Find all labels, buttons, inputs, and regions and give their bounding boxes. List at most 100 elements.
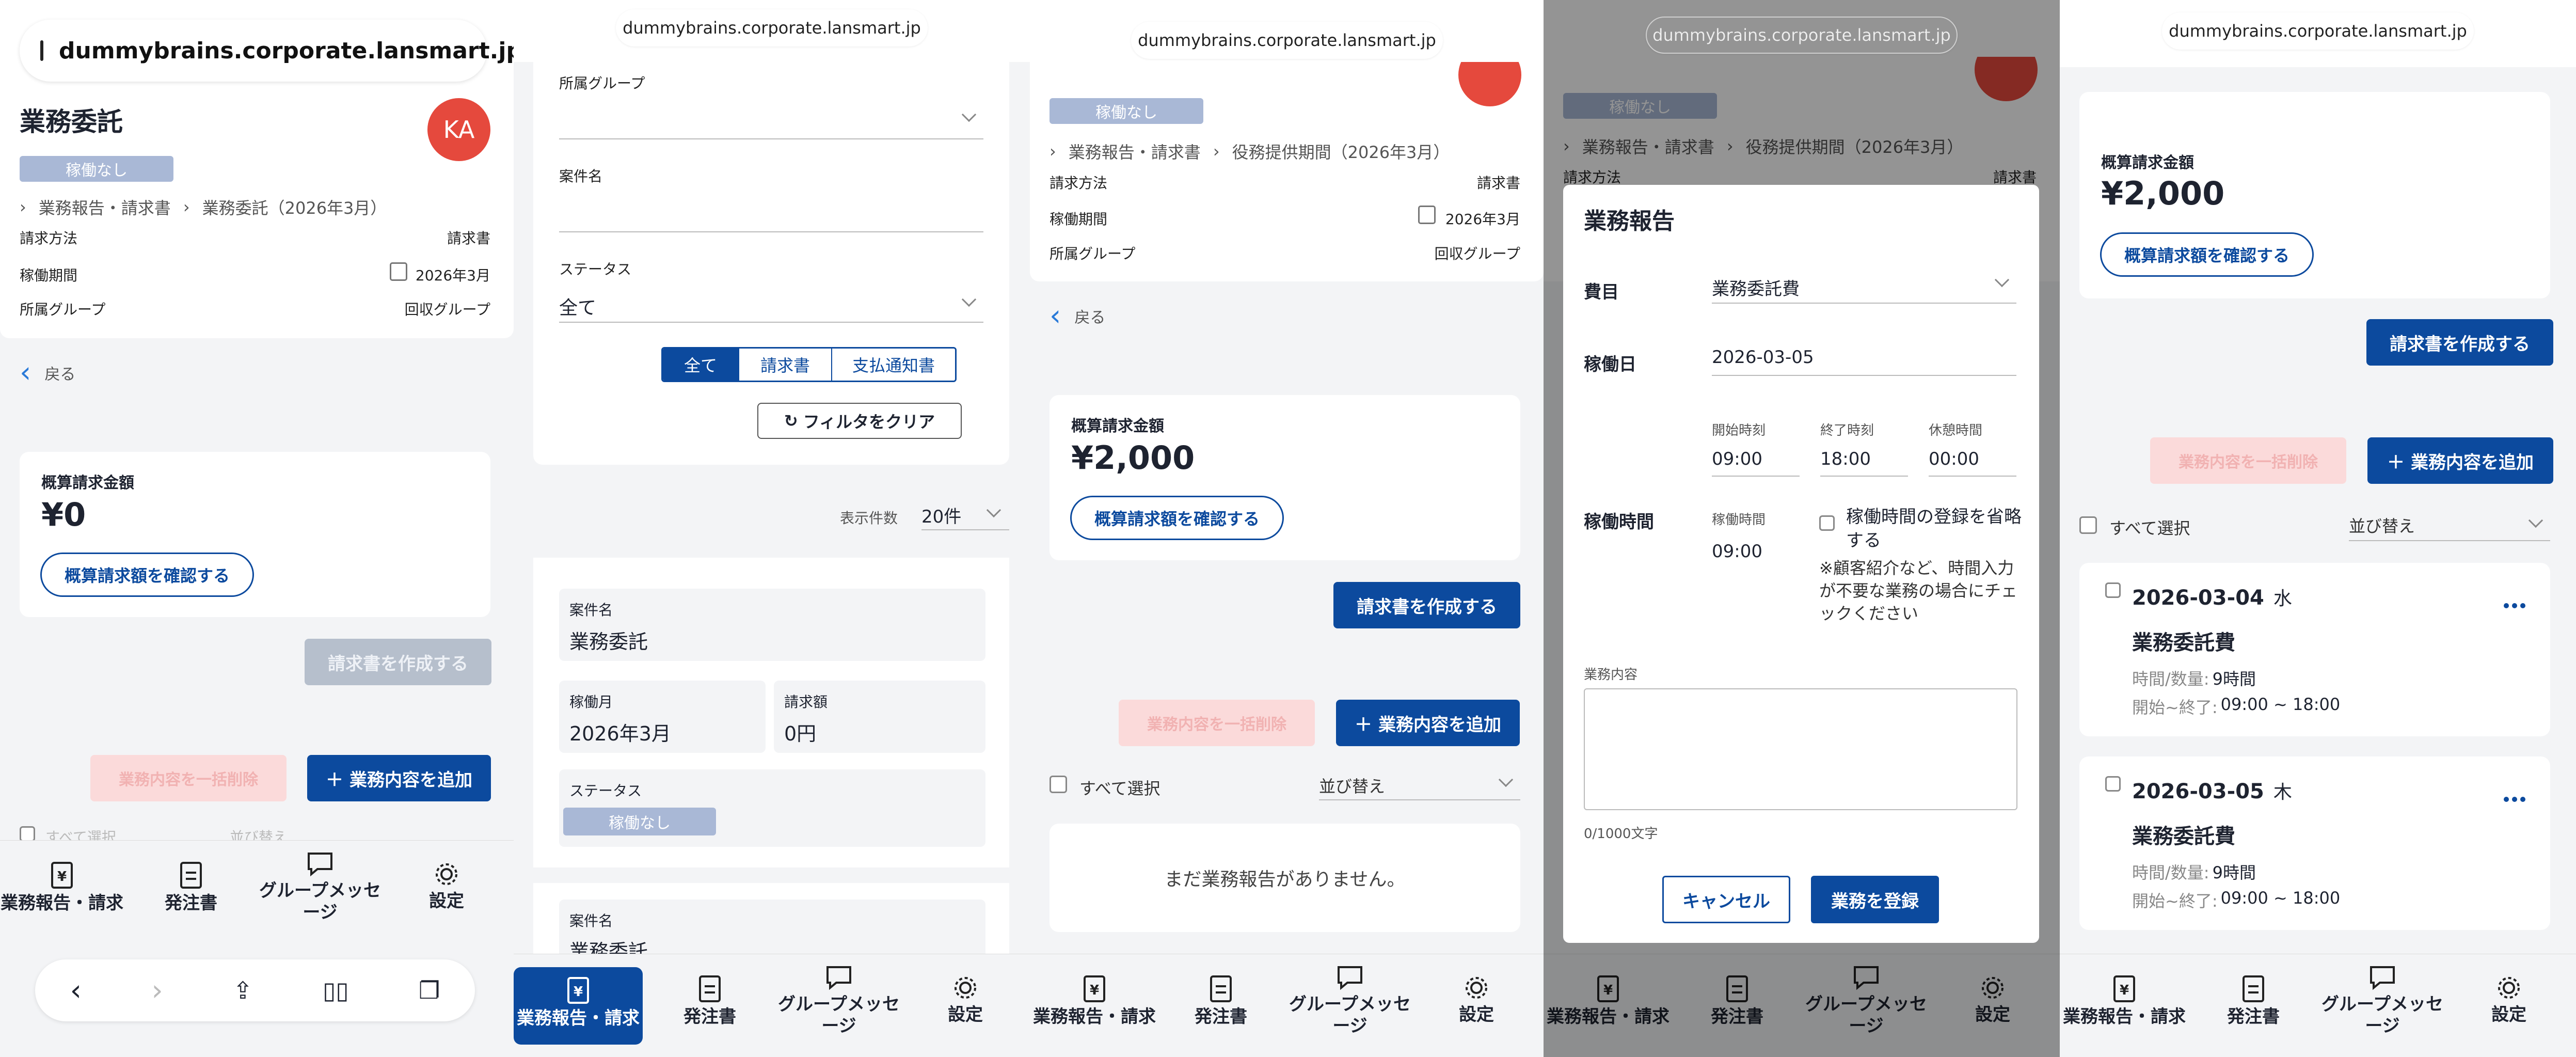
share-icon[interactable]: ⇪ bbox=[233, 976, 253, 1004]
item-checkbox[interactable] bbox=[2105, 776, 2121, 792]
worktime-sub-label: 稼働時間 bbox=[1712, 512, 1766, 528]
nav-settings[interactable]: 設定 bbox=[932, 975, 999, 1026]
nav-messages[interactable]: グループメッセージ bbox=[761, 965, 916, 1037]
back-icon[interactable]: ‹ bbox=[70, 974, 82, 1007]
omit-time-label: 稼働時間の登録を省略する bbox=[1846, 507, 2022, 551]
chevron-right-icon: › bbox=[183, 197, 190, 217]
avatar[interactable]: KA bbox=[427, 98, 490, 161]
add-work-button[interactable]: ＋業務内容を追加 bbox=[1336, 700, 1520, 746]
breadcrumb-link-reports[interactable]: 業務報告・請求書 bbox=[39, 195, 171, 219]
bottom-nav: ¥ 業務報告・請求 発注書 グループメッセージ 設定 bbox=[0, 840, 514, 1057]
group-label: 所属グループ bbox=[559, 75, 645, 92]
back-link[interactable]: ‹ 戻る bbox=[20, 356, 75, 389]
nav-settings[interactable]: 設定 bbox=[2475, 975, 2542, 1026]
create-invoice-button[interactable]: 請求書を作成する bbox=[305, 639, 491, 685]
add-work-button[interactable]: ＋業務内容を追加 bbox=[307, 755, 491, 801]
item-checkbox[interactable] bbox=[2105, 582, 2121, 598]
confirm-estimate-button[interactable]: 概算請求額を確認する bbox=[2100, 232, 2314, 277]
document-icon bbox=[699, 975, 721, 1002]
more-icon[interactable] bbox=[2504, 797, 2525, 802]
sort-select[interactable]: 並び替え bbox=[1319, 769, 1520, 800]
back-link[interactable]: ‹ 戻る bbox=[1050, 302, 1105, 330]
book-icon[interactable]: ▯▯ bbox=[323, 976, 349, 1004]
bulk-delete-button[interactable]: 業務内容を一括削除 bbox=[1119, 700, 1315, 746]
sort-select[interactable]: 並び替え bbox=[2349, 510, 2550, 541]
screen-4-report-modal: dummybrains.corporate.lansmart.jp 稼働なし ›… bbox=[1544, 0, 2060, 1057]
segment-payment-notice[interactable]: 支払通知書 bbox=[831, 349, 955, 381]
nav-messages[interactable]: グループメッセージ bbox=[2305, 965, 2460, 1037]
nav-reports[interactable]: ¥ 業務報告・請求 bbox=[0, 861, 124, 914]
break-time-input[interactable]: 00:00 bbox=[1929, 440, 2016, 477]
nav-reports[interactable]: ¥ 業務報告・請求 bbox=[1030, 975, 1159, 1028]
chat-icon bbox=[1338, 966, 1362, 990]
cancel-button[interactable]: キャンセル bbox=[1662, 876, 1790, 923]
worktime-label: 稼働時間 bbox=[1584, 512, 1654, 532]
screen-3-empty-reports: dummybrains.corporate.lansmart.jp 稼働なし ›… bbox=[1030, 0, 1544, 1057]
page-title: 業務委託 bbox=[20, 107, 123, 137]
create-invoice-button[interactable]: 請求書を作成する bbox=[1333, 582, 1520, 628]
url-pill[interactable]: dummybrains.corporate.lansmart.jp bbox=[1131, 22, 1443, 59]
nav-orders[interactable]: 発注書 bbox=[150, 861, 232, 914]
nav-orders[interactable]: 発注書 bbox=[669, 975, 751, 1028]
page-menu-icon[interactable] bbox=[40, 40, 43, 61]
checkbox[interactable] bbox=[20, 826, 35, 842]
segment-all[interactable]: 全て bbox=[663, 349, 738, 381]
register-button[interactable]: 業務を登録 bbox=[1811, 876, 1939, 923]
nav-messages[interactable]: グループメッセージ bbox=[243, 851, 397, 923]
bulk-delete-button[interactable]: 業務内容を一括削除 bbox=[90, 755, 287, 801]
info-label-group: 所属グループ bbox=[1050, 245, 1136, 262]
case-input[interactable] bbox=[559, 201, 983, 232]
create-invoice-button[interactable]: 請求書を作成する bbox=[2366, 319, 2553, 366]
estimate-value: ¥0 bbox=[41, 496, 86, 533]
select-all-label: すべて選択 bbox=[1079, 779, 1160, 798]
end-time-input[interactable]: 18:00 bbox=[1820, 440, 1908, 477]
bulk-delete-button[interactable]: 業務内容を一括削除 bbox=[2150, 437, 2346, 484]
expense-select[interactable]: 業務委託費 bbox=[1712, 267, 2016, 304]
info-value-group: 回収グループ bbox=[1434, 245, 1520, 262]
nav-orders[interactable]: 発注書 bbox=[1180, 975, 1262, 1028]
select-all-label: すべて選択 bbox=[2109, 518, 2190, 538]
forward-icon[interactable]: › bbox=[151, 974, 163, 1007]
info-value-group: 回収グループ bbox=[404, 301, 490, 318]
nav-orders[interactable]: 発注書 bbox=[2212, 975, 2295, 1028]
content-textarea[interactable] bbox=[1584, 688, 2017, 810]
address-bar[interactable]: dummybrains.corporate.lansmart.jp ↻ bbox=[20, 20, 514, 82]
estimate-label: 概算請求金額 bbox=[41, 474, 134, 492]
item-range: 開始~終了: 09:00 ~ 18:00 bbox=[2132, 695, 2341, 717]
yen-document-icon: ¥ bbox=[1084, 975, 1105, 1002]
workday-input[interactable]: 2026-03-05 bbox=[1712, 340, 2016, 376]
info-label-billing: 請求方法 bbox=[1050, 175, 1108, 192]
field-case: 案件名 業務委託 bbox=[559, 589, 985, 661]
nav-settings[interactable]: 設定 bbox=[1443, 975, 1510, 1026]
segment-invoice[interactable]: 請求書 bbox=[738, 349, 831, 381]
confirm-estimate-button[interactable]: 概算請求額を確認する bbox=[1070, 496, 1284, 540]
nav-messages[interactable]: グループメッセージ bbox=[1273, 965, 1427, 1037]
url-pill[interactable]: dummybrains.corporate.lansmart.jp bbox=[2162, 12, 2474, 50]
clear-filter-button[interactable]: ↻ フィルタをクリア bbox=[757, 403, 962, 439]
plus-icon: ＋ bbox=[2387, 452, 2405, 473]
chevron-right-icon: › bbox=[20, 197, 26, 217]
nav-reports[interactable]: ¥ 業務報告・請求 bbox=[2060, 975, 2189, 1028]
omit-time-checkbox[interactable] bbox=[1819, 515, 1835, 531]
tabs-icon[interactable]: ❐ bbox=[419, 976, 440, 1004]
per-page-label: 表示件数 bbox=[840, 510, 898, 527]
content-label: 業務内容 bbox=[1584, 667, 1638, 683]
chevron-left-icon: ‹ bbox=[20, 356, 31, 389]
confirm-estimate-button[interactable]: 概算請求額を確認する bbox=[40, 553, 254, 597]
safari-toolbar: ‹ › ⇪ ▯▯ ❐ bbox=[35, 959, 475, 1021]
nav-reports[interactable]: ¥ 業務報告・請求 bbox=[514, 967, 643, 1045]
url-pill[interactable]: dummybrains.corporate.lansmart.jp bbox=[616, 9, 928, 46]
breadcrumb-link-reports[interactable]: 業務報告・請求書 bbox=[1069, 139, 1201, 163]
empty-state-card: まだ業務報告がありません。 bbox=[1050, 824, 1520, 932]
status-label: ステータス bbox=[559, 261, 632, 278]
info-value-billing: 請求書 bbox=[1476, 175, 1520, 192]
start-time-input[interactable]: 09:00 bbox=[1712, 440, 1800, 477]
select-all-checkbox[interactable] bbox=[1050, 776, 1067, 793]
status-select[interactable]: 全て bbox=[559, 287, 983, 323]
nav-settings[interactable]: 設定 bbox=[413, 861, 480, 912]
group-select[interactable] bbox=[559, 108, 983, 139]
select-all-checkbox[interactable] bbox=[2079, 516, 2097, 534]
report-modal: 業務報告 費目 業務委託費 稼働日 2026-03-05 開始時刻 09:00 … bbox=[1563, 185, 2039, 943]
add-work-button[interactable]: ＋業務内容を追加 bbox=[2367, 437, 2553, 484]
more-icon[interactable] bbox=[2504, 603, 2525, 608]
